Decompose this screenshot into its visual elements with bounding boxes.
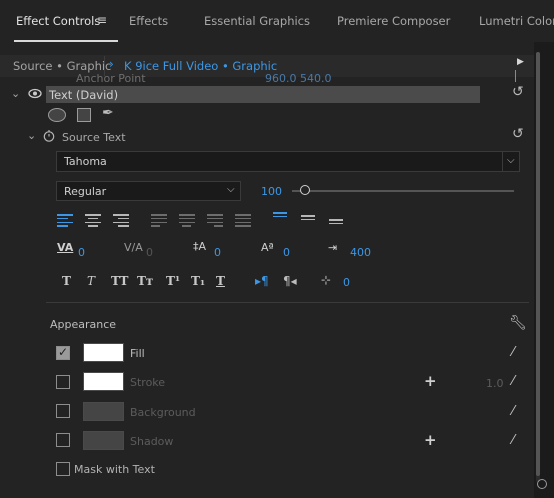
font-dropdown-chevron-icon[interactable]: ⌵	[507, 155, 515, 166]
justify-all-icon[interactable]	[235, 214, 251, 227]
rectangle-mask-icon[interactable]	[77, 108, 91, 122]
stroke-width-value: 1.0	[486, 377, 504, 390]
source-label[interactable]: Source • Graphic	[13, 59, 111, 73]
kerning-value[interactable]: 0	[78, 246, 85, 259]
background-checkbox[interactable]	[56, 404, 70, 418]
stroke-color-swatch[interactable]	[83, 372, 124, 391]
add-stroke-icon[interactable]: +	[424, 372, 437, 390]
visibility-eye-icon[interactable]	[28, 88, 42, 102]
baseline-shift-icon: Aª	[261, 241, 274, 254]
align-left-icon[interactable]	[57, 214, 73, 227]
stopwatch-icon[interactable]	[43, 129, 55, 145]
indent-icon: ⊹	[321, 273, 332, 287]
justify-right-icon[interactable]	[207, 214, 223, 227]
leading-icon: ‡A	[193, 240, 207, 253]
mask-with-text-checkbox[interactable]	[56, 462, 70, 476]
collapse-chevron-icon[interactable]: ⌄	[11, 87, 20, 100]
rtl-paragraph-icon[interactable]: ¶◂	[283, 274, 297, 288]
reset-layer-icon[interactable]: ↺	[512, 84, 524, 100]
pen-mask-icon[interactable]: ✒	[102, 105, 114, 121]
align-center-icon[interactable]	[85, 214, 101, 227]
section-divider	[46, 302, 529, 303]
anchor-point-label: Anchor Point	[76, 72, 146, 85]
reset-source-text-icon[interactable]: ↺	[512, 126, 524, 142]
kerning-icon: VA	[57, 241, 74, 254]
tab-lumetri-color[interactable]: Lumetri Color	[479, 14, 554, 28]
fill-check-icon: ✓	[58, 345, 69, 359]
background-color-swatch[interactable]	[83, 402, 124, 421]
tab-effect-controls[interactable]: Effect Controls	[16, 14, 100, 28]
font-size-slider-knob[interactable]	[300, 185, 310, 195]
scrollbar-thumb[interactable]	[536, 52, 540, 476]
stroke-eyedropper-icon[interactable]: ⁄	[512, 374, 514, 389]
play-icon[interactable]: ▶	[517, 57, 524, 67]
fill-eyedropper-icon[interactable]: ⁄	[512, 345, 514, 360]
align-top-icon[interactable]	[273, 212, 289, 225]
baseline-shift-value[interactable]: 0	[283, 246, 290, 259]
tab-essential-graphics[interactable]: Essential Graphics	[204, 14, 310, 28]
source-text-chevron-icon[interactable]: ⌄	[27, 129, 36, 142]
align-bottom-icon[interactable]	[329, 219, 345, 232]
fill-label: Fill	[130, 347, 145, 360]
stroke-label: Stroke	[130, 376, 166, 389]
justify-center-icon[interactable]	[179, 214, 195, 227]
faux-italic-button[interactable]: T	[87, 274, 95, 288]
shadow-eyedropper-icon[interactable]: ⁄	[512, 433, 514, 448]
add-shadow-icon[interactable]: +	[424, 431, 437, 449]
font-style-chevron-icon[interactable]: ⌵	[227, 184, 235, 195]
background-eyedropper-icon[interactable]: ⁄	[512, 404, 514, 419]
font-select[interactable]: Tahoma	[56, 151, 520, 172]
source-chevron-icon[interactable]: ›	[109, 57, 114, 71]
underline-button[interactable]: T	[216, 274, 225, 288]
shadow-label: Shadow	[130, 435, 174, 448]
ellipse-mask-icon[interactable]	[48, 108, 66, 122]
source-text-label: Source Text	[62, 131, 126, 144]
small-caps-button[interactable]: Tт	[137, 274, 153, 288]
zoom-handle-icon[interactable]	[537, 479, 547, 489]
stroke-checkbox[interactable]	[56, 375, 70, 389]
panel-menu-icon[interactable]: ≡	[97, 13, 107, 27]
shadow-color-swatch[interactable]	[83, 431, 124, 450]
align-right-icon[interactable]	[113, 214, 129, 227]
tsume-icon: ⇥	[328, 241, 338, 254]
appearance-heading: Appearance	[50, 318, 117, 331]
tab-premiere-composer[interactable]: Premiere Composer	[337, 14, 450, 28]
indent-value[interactable]: 0	[343, 276, 350, 289]
layer-label: Text (David)	[49, 88, 119, 102]
leading-value[interactable]: 0	[214, 246, 221, 259]
font-size-value[interactable]: 100	[261, 185, 282, 198]
fill-color-swatch[interactable]	[83, 343, 124, 362]
shadow-checkbox[interactable]	[56, 433, 70, 447]
tracking-icon: V/A	[124, 241, 143, 254]
all-caps-button[interactable]: TT	[111, 274, 128, 288]
mask-with-text-label: Mask with Text	[74, 463, 155, 476]
wrench-icon[interactable]: 🔧︎	[509, 315, 527, 331]
ltr-paragraph-icon[interactable]: ▸¶	[255, 274, 269, 288]
tsume-value[interactable]: 400	[350, 246, 371, 259]
playhead-line	[515, 70, 516, 82]
tab-effects[interactable]: Effects	[129, 14, 168, 28]
background-label: Background	[130, 406, 196, 419]
align-middle-icon[interactable]	[301, 215, 317, 228]
faux-bold-button[interactable]: T	[62, 274, 71, 288]
font-select-divider	[502, 151, 503, 172]
anchor-point-value[interactable]: 960.0 540.0	[265, 72, 331, 85]
tracking-value: 0	[146, 246, 153, 259]
font-style-select[interactable]: Regular	[56, 181, 241, 201]
subscript-button[interactable]: T₁	[191, 274, 205, 288]
clip-link[interactable]: K 9ice Full Video • Graphic	[124, 59, 277, 73]
superscript-button[interactable]: T¹	[166, 274, 180, 288]
font-size-slider-track[interactable]	[292, 190, 514, 192]
justify-left-icon[interactable]	[151, 214, 167, 227]
